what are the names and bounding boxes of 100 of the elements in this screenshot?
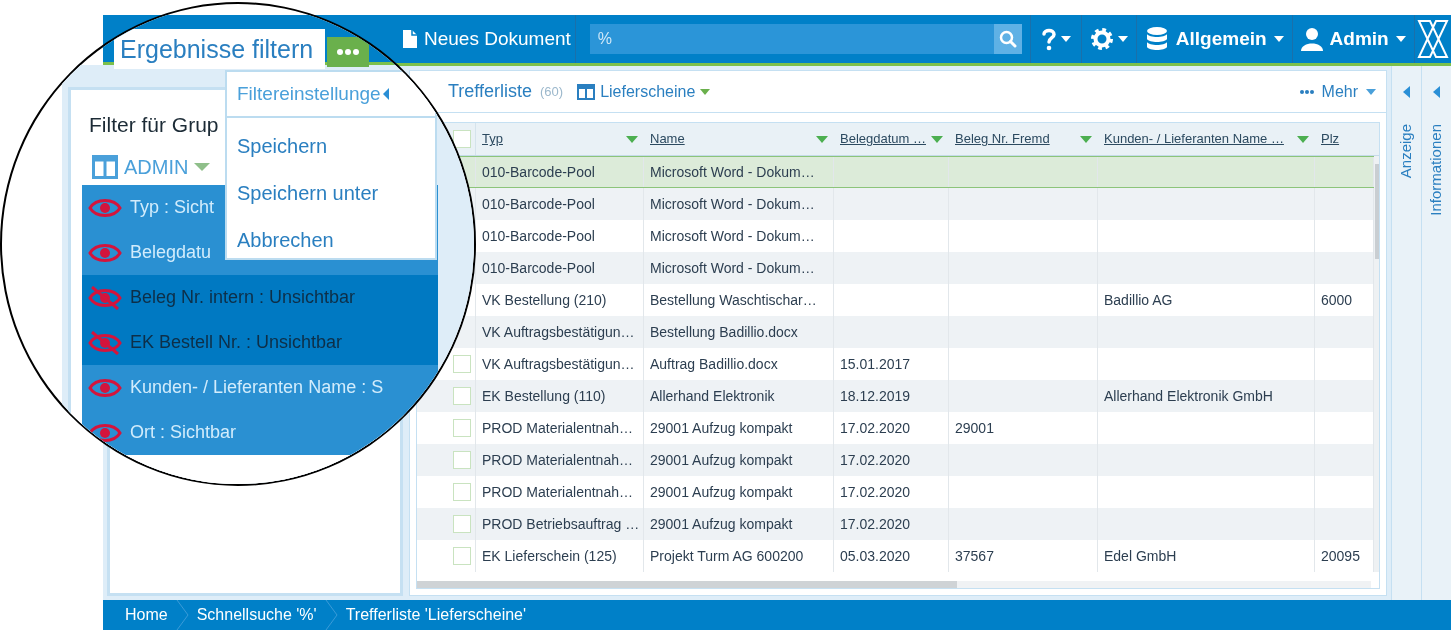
- table-cell-text: PROD Betriebsauftrag …: [482, 514, 640, 534]
- help-icon: [1040, 27, 1057, 51]
- filter-field-label[interactable]: Ort : Sichtbar: [130, 419, 237, 446]
- caret-icon: [1273, 36, 1284, 42]
- caret-icon: [700, 88, 711, 95]
- table-cell-text: Microsoft Word - Dokum…: [650, 226, 815, 246]
- table-cell-text: Badillio AG: [1104, 290, 1173, 310]
- table-cell-text: 29001: [955, 418, 994, 438]
- results-count: (60): [540, 82, 564, 101]
- user-icon: [1300, 27, 1323, 51]
- side-panel-tab[interactable]: Informationen: [1421, 66, 1451, 600]
- horizontal-scrollbar[interactable]: [417, 581, 1371, 588]
- collapse-caret-icon: [1403, 86, 1410, 98]
- table-cell-text: PROD Materialentnah…: [482, 482, 633, 502]
- more-actions-button[interactable]: [327, 37, 369, 67]
- table-cell-text: Microsoft Word - Dokum…: [650, 258, 815, 278]
- caret-icon: [1395, 36, 1406, 42]
- table-cell-text: 010-Barcode-Pool: [482, 258, 595, 278]
- column-header[interactable]: Plz: [1321, 129, 1340, 149]
- table-cell-text: 17.02.2020: [840, 514, 911, 534]
- menu-item[interactable]: Speichern: [237, 126, 425, 165]
- columns-icon: [577, 83, 596, 100]
- side-panel-tab[interactable]: Anzeige: [1391, 66, 1421, 600]
- logo-icon: [1415, 19, 1450, 59]
- table-cell-text: 6000: [1321, 290, 1353, 310]
- collapse-caret-icon: [1433, 86, 1440, 98]
- chevron-separator-icon: [324, 600, 338, 630]
- chevron-separator-icon: [175, 600, 189, 630]
- checkbox[interactable]: [453, 130, 471, 148]
- dots-icon: [337, 49, 359, 55]
- table-cell-text: 05.03.2020: [840, 546, 911, 566]
- more-button[interactable]: Mehr: [1299, 79, 1376, 104]
- search-icon: [998, 30, 1017, 48]
- checkbox[interactable]: [453, 547, 471, 565]
- caret-icon: [194, 163, 211, 171]
- columns-icon: [92, 155, 118, 179]
- checkbox[interactable]: [453, 451, 471, 469]
- table-cell-text: Bestellung Badillio.docx: [650, 322, 798, 342]
- table-cell-text: Auftrag Badillio.docx: [650, 354, 778, 374]
- breadcrumb-link[interactable]: Home: [125, 603, 168, 627]
- breadcrumb-link[interactable]: Schnellsuche '%': [196, 603, 317, 627]
- caret-icon: [1117, 36, 1128, 42]
- table-cell-text: 010-Barcode-Pool: [482, 226, 595, 246]
- column-header[interactable]: Belegdatum …: [840, 129, 926, 149]
- caret-icon: [1060, 36, 1071, 42]
- table-cell-text: 17.02.2020: [840, 482, 911, 502]
- filter-tab[interactable]: Ergebnisse filtern: [114, 29, 326, 69]
- column-header[interactable]: Name: [650, 129, 685, 149]
- table-cell-text: 20095: [1321, 546, 1360, 566]
- table-cell-text: 010-Barcode-Pool: [482, 162, 595, 182]
- table-cell-text: 17.02.2020: [840, 418, 911, 438]
- table-cell-text: Microsoft Word - Dokum…: [650, 194, 815, 214]
- dots-icon: [1299, 89, 1314, 94]
- table-cell-text: Microsoft Word - Dokum…: [650, 162, 815, 182]
- database-icon: [1144, 26, 1169, 52]
- column-header[interactable]: Typ: [482, 129, 503, 149]
- table-cell-text: 29001 Aufzug kompakt: [650, 450, 793, 470]
- table-cell-text: 010-Barcode-Pool: [482, 194, 595, 214]
- table-cell-text: Allerhand Elektronik GmbH: [1104, 386, 1273, 406]
- table-cell-text: 29001 Aufzug kompakt: [650, 418, 793, 438]
- table-cell-text: PROD Materialentnah…: [482, 450, 633, 470]
- user-menu-button[interactable]: Admin: [1291, 15, 1414, 63]
- filter-panel-title: Filter für Grup: [89, 112, 219, 138]
- table-cell-text: 15.01.2017: [840, 354, 911, 374]
- table-cell-text: 29001 Aufzug kompakt: [650, 514, 793, 534]
- menu-title: Filtereinstellunge: [237, 81, 381, 106]
- settings-icon: [1089, 27, 1114, 51]
- view-selector[interactable]: Lieferscheine: [577, 79, 711, 104]
- checkbox[interactable]: [453, 387, 471, 405]
- menu-item[interactable]: Abbrechen: [237, 220, 425, 259]
- workspace-menu-button[interactable]: Allgemein: [1135, 15, 1292, 63]
- checkbox[interactable]: [453, 515, 471, 533]
- document-icon: [402, 29, 418, 49]
- column-header[interactable]: Beleg Nr. Fremd: [955, 129, 1050, 149]
- table-cell-text: VK Auftragsbestätigun…: [482, 322, 635, 342]
- filter-field-label[interactable]: Typ : Sicht: [130, 194, 215, 221]
- table-cell-text: 18.12.2019: [840, 386, 911, 406]
- table-cell-text: VK Auftragsbestätigun…: [482, 354, 635, 374]
- vertical-scrollbar[interactable]: [1374, 156, 1379, 572]
- table-cell-text: EK Bestellung (110): [482, 386, 606, 406]
- table-cell-text: 29001 Aufzug kompakt: [650, 482, 793, 502]
- layout-selector[interactable]: ADMIN: [92, 152, 211, 182]
- search-field[interactable]: %: [589, 24, 994, 54]
- table-cell-text: 37567: [955, 546, 994, 566]
- table-cell-text: Bestellung Waschtischar…: [650, 290, 817, 310]
- table-cell-text: Edel GmbH: [1104, 546, 1177, 566]
- table-cell-text: Projekt Turm AG 600200: [650, 546, 804, 566]
- table-cell-text: 17.02.2020: [840, 450, 911, 470]
- caret-icon: [382, 88, 389, 100]
- results-title: Trefferliste: [448, 80, 533, 103]
- checkbox[interactable]: [453, 483, 471, 501]
- table-cell-text: VK Bestellung (210): [482, 290, 607, 310]
- menu-item[interactable]: Speichern unter: [237, 173, 425, 212]
- filter-field-label[interactable]: Belegdatu: [130, 239, 212, 266]
- breadcrumb-link[interactable]: Trefferliste 'Lieferscheine': [345, 603, 527, 627]
- search-button[interactable]: [993, 24, 1022, 54]
- table-cell-text: PROD Materialentnah…: [482, 418, 633, 438]
- caret-icon: [1366, 88, 1376, 95]
- column-header[interactable]: Kunden- / Lieferanten Name …: [1104, 129, 1284, 149]
- table-cell-text: Allerhand Elektronik: [650, 386, 775, 406]
